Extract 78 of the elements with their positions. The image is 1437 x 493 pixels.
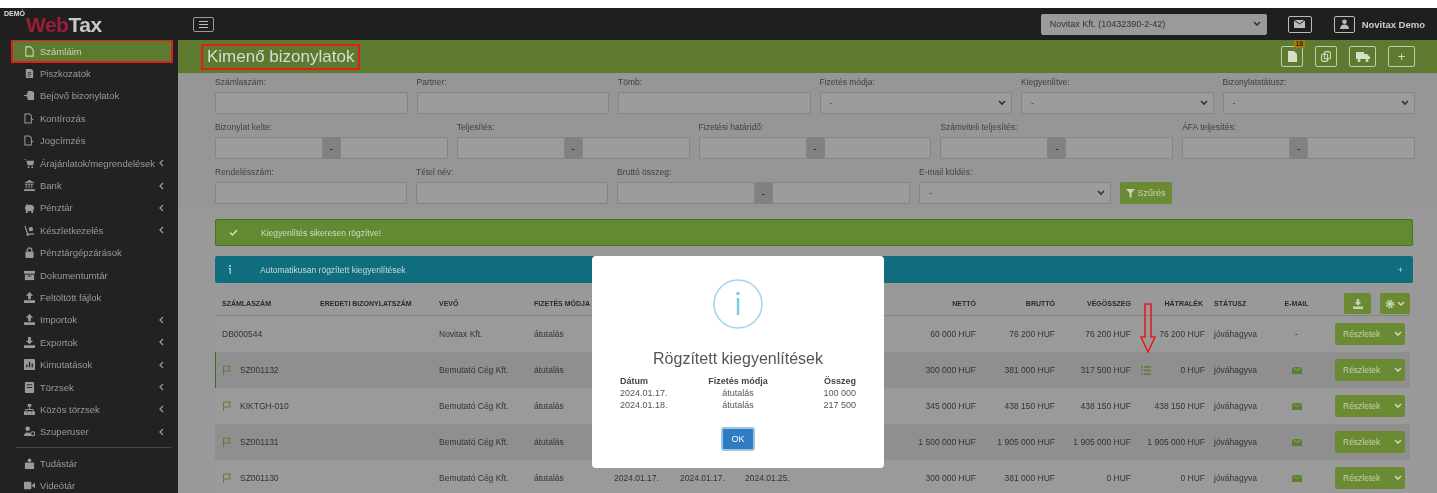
table-cell-text: 2024.01.18.	[620, 400, 669, 410]
field-label: Bizonylatstátusz:	[1222, 77, 1288, 89]
table-cell-text: átutalás	[533, 437, 565, 447]
table-cell-text: 217 500	[822, 400, 856, 410]
field-label: Számlaszám:	[215, 77, 267, 89]
table-cell: 438 150 HUF	[1154, 401, 1205, 411]
table-cell-text: átutalás	[721, 388, 755, 398]
table-cell: SZ001131	[240, 437, 279, 447]
table-cell-text: 1 905 000 HUF	[996, 437, 1056, 447]
table-cell: SZ001132	[240, 365, 279, 375]
range-separator: -	[564, 137, 582, 159]
table-cell-text: átutalás	[533, 473, 565, 483]
column-header: Fizetés módja	[707, 376, 769, 386]
dialog-title: Rögzített kiegyenlítések	[653, 350, 823, 368]
table-cell-text: 76 200 HUF	[1008, 329, 1056, 339]
table-cell: 0 HUF	[1180, 473, 1205, 483]
table-cell: -	[1295, 329, 1298, 339]
table-cell: SZ001130	[240, 473, 279, 483]
field-label: Teljesítés:	[456, 122, 496, 134]
range-separator: -	[1290, 137, 1308, 159]
table-cell-text: 100 000	[822, 388, 856, 398]
table-cell-text: 438 150 HUF	[1079, 401, 1132, 411]
field-label: Partner:	[416, 77, 448, 89]
table-cell-text: Bemutató Cég Kft.	[438, 365, 510, 375]
table-cell: 1 905 000 HUF	[1147, 437, 1205, 447]
table-cell: 0 HUF	[1180, 365, 1205, 375]
range-separator: -	[755, 182, 772, 204]
field-label: E-mail küldés:	[919, 167, 974, 179]
table-cell: 76 200 HUF	[1159, 329, 1205, 339]
alert-text: Automatikusan rögzített kiegyenlítések	[260, 264, 406, 275]
table-cell-text: jóváhagyva	[1213, 437, 1258, 447]
table-cell-text: Bemutató Cég Kft.	[438, 401, 510, 411]
table-cell-text: átutalás	[533, 401, 565, 411]
table-cell-text: Bemutató Cég Kft.	[438, 437, 510, 447]
table-cell-text: 381 000 HUF	[1003, 365, 1056, 375]
table-cell-text: 381 000 HUF	[1003, 473, 1056, 483]
table-cell-text: Novitax Kft.	[438, 329, 484, 339]
field-label: Tömb:	[618, 77, 644, 89]
table-cell-text: 1 500 000 HUF	[917, 437, 977, 447]
range-separator: -	[322, 137, 340, 159]
table-cell-text: átutalás	[721, 400, 755, 410]
table-cell-text: 438 150 HUF	[1003, 401, 1056, 411]
table-cell-text: 2024.01.25.	[744, 473, 791, 483]
table-cell-text: 1 905 000 HUF	[1072, 437, 1132, 447]
table-cell: KIKTGH-010	[240, 401, 289, 411]
field-label: Kiegyenlítve:	[1021, 77, 1071, 89]
table-cell-text: 60 000 HUF	[929, 329, 977, 339]
table-cell-text: 345 000 HUF	[924, 401, 977, 411]
range-separator: -	[806, 137, 824, 159]
table-cell-text: 2024.01.17.	[613, 473, 660, 483]
table-cell-text: átutalás	[533, 329, 565, 339]
table-cell-text: 317 500 HUF	[1079, 365, 1132, 375]
table-cell-text: 300 000 HUF	[924, 473, 977, 483]
field-label: Fizetési határidő:	[698, 122, 765, 134]
field-label: Számviteli teljesítés:	[940, 122, 1019, 134]
range-separator: -	[1048, 137, 1066, 159]
table-cell-text: 0 HUF	[1105, 473, 1132, 483]
field-label: Rendelésszám:	[215, 167, 275, 179]
field-label: ÁFA teljesítés:	[1182, 122, 1238, 134]
table-cell-text: 2024.01.17.	[620, 388, 669, 398]
table-cell-text: jóváhagyva	[1213, 365, 1258, 375]
table-cell-text: jóváhagyva	[1213, 329, 1258, 339]
table-cell-text: jóváhagyva	[1213, 473, 1258, 483]
page-title: Kimenő bizonylatok	[203, 45, 359, 68]
table-cell-text: 300 000 HUF	[924, 365, 977, 375]
field-label: Bruttó összeg:	[617, 167, 673, 179]
column-header: Dátum	[620, 376, 649, 386]
field-label: Bizonylat kelte:	[215, 122, 274, 134]
table-cell-text: Bemutató Cég Kft.	[438, 473, 510, 483]
table-cell-text: 76 200 HUF	[1084, 329, 1132, 339]
column-header: Összeg	[822, 376, 856, 386]
field-label: Fizetés módja:	[819, 77, 876, 89]
alert-text: Kiegyenlítés sikeresen rögzítve!	[261, 227, 381, 238]
table-cell-text: jóváhagyva	[1213, 401, 1258, 411]
table-cell-text: 2024.01.17.	[679, 473, 726, 483]
field-label: Tétel név:	[416, 167, 455, 179]
table-cell-text: átutalás	[533, 365, 565, 375]
table-cell: DB000544	[222, 329, 263, 339]
